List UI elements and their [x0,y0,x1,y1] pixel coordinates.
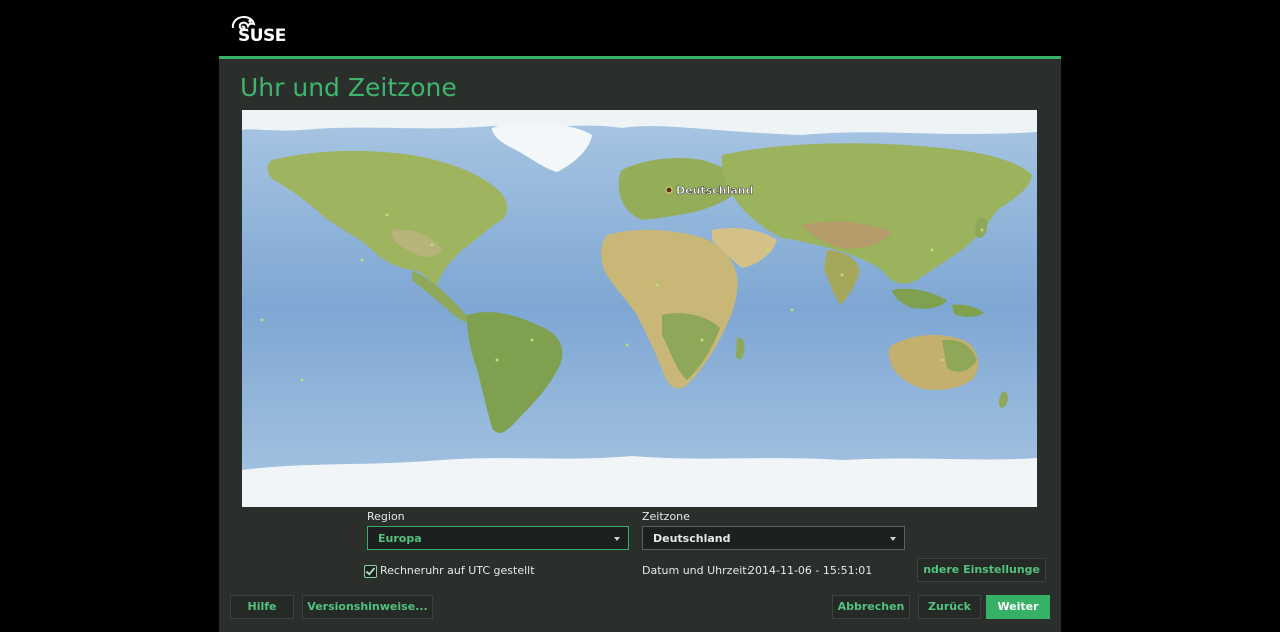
help-button[interactable]: Hilfe [230,595,294,619]
release-notes-button[interactable]: Versionshinweise... [302,595,433,619]
main-panel: Uhr und Zeitzone Deutschland Region Euro… [219,59,1061,632]
timezone-value: Deutschland [653,532,731,545]
world-map[interactable]: Deutschland [242,110,1037,507]
other-settings-button[interactable]: ndere Einstellunge [917,558,1046,582]
suse-logo: SUSE [228,14,298,48]
region-combobox[interactable]: Europa [367,526,629,550]
datetime-value: 2014-11-06 - 15:51:01 [748,564,873,577]
timezone-combobox[interactable]: Deutschland [642,526,905,550]
datetime-label: Datum und Uhrzeit: [642,564,751,577]
back-button[interactable]: Zurück [918,595,981,619]
region-value: Europa [378,532,422,545]
page-title: Uhr und Zeitzone [240,73,457,102]
next-button[interactable]: Weiter [986,595,1050,619]
chevron-down-icon [614,537,620,541]
region-label: Region [367,510,405,523]
chevron-down-icon [890,537,896,541]
utc-checkbox-label[interactable]: Rechneruhr auf UTC gestellt [380,564,535,577]
logo-wordmark: SUSE [238,26,286,46]
utc-checkbox[interactable] [364,565,377,578]
abort-button[interactable]: Abbrechen [832,595,910,619]
timezone-label: Zeitzone [642,510,690,523]
world-map-graphic[interactable]: Deutschland [242,110,1037,507]
selected-location-label: Deutschland [676,184,753,197]
selected-location-marker[interactable] [665,186,673,194]
